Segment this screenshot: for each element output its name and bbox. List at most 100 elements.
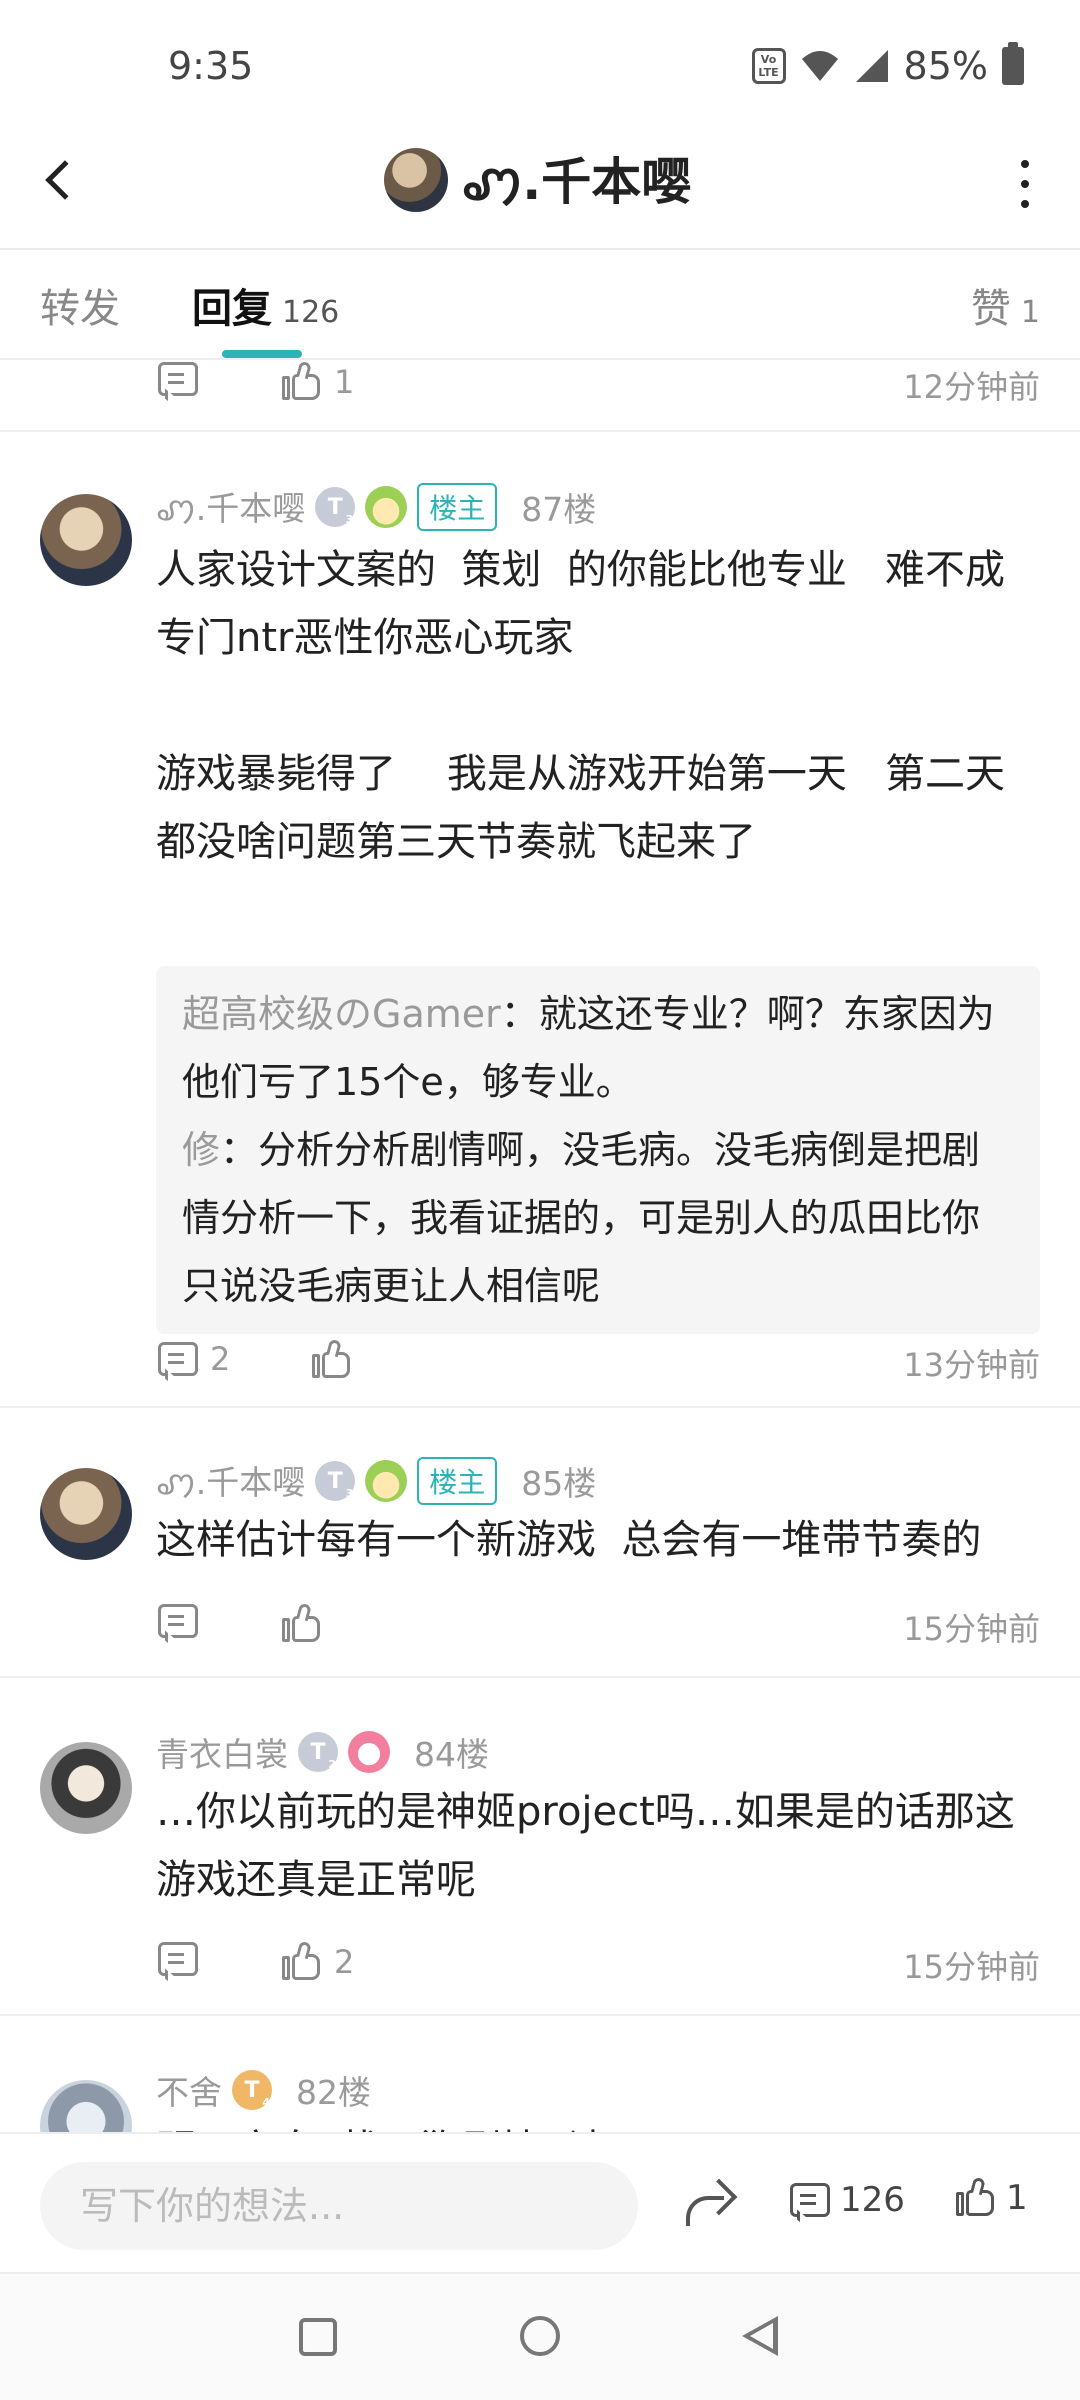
tab-reply[interactable]: 回复 126: [192, 276, 339, 334]
floor-number: 84楼: [414, 1735, 489, 1774]
comment-input[interactable]: 写下你的想法...: [40, 2162, 638, 2250]
list-item[interactable]: ꩇ.千本嘤 T3 楼主 87楼 人家设计文案的 策划 的你能比他专业 难不成专门…: [0, 432, 1080, 1384]
owner-tag: 楼主: [417, 1457, 498, 1505]
header-user[interactable]: ꩇ.千本嘤: [384, 142, 691, 217]
like-button[interactable]: 1: [282, 362, 354, 402]
post-meta: 青衣白裳 T2 84楼: [156, 1728, 489, 1776]
comment-button[interactable]: 2: [158, 1340, 230, 1378]
floor-number: 85楼: [521, 1464, 597, 1503]
comment-button[interactable]: [158, 1942, 198, 1976]
reply-list[interactable]: 1 12分钟前 ꩇ.千本嘤 T3 楼主 87楼 人家设计文案的 策划 的你能比他…: [0, 362, 1080, 2132]
tab-bar: 转发 回复 126 赞1: [0, 252, 1080, 360]
tab-forward-label: 转发: [40, 286, 120, 332]
back-triangle-icon[interactable]: [742, 2316, 778, 2356]
post-meta: 不舍 T4 82楼: [156, 2066, 371, 2114]
sub-reply[interactable]: 超高校级のGamer：就这还专业？啊？东家因为他们亏了15个e，够专业。: [182, 980, 1014, 1116]
list-item[interactable]: 不舍 T4 82楼 明日方舟 找天狗剧情 请: [0, 2016, 1080, 2132]
username[interactable]: 青衣白裳: [156, 1728, 288, 1776]
bottom-action-bar: 写下你的想法... 126 1: [0, 2132, 1080, 2272]
username[interactable]: 不舍: [156, 2066, 222, 2114]
tab-reply-label: 回复: [192, 286, 272, 332]
sub-reply-user[interactable]: 超高校级のGamer: [182, 992, 501, 1036]
owner-tag: 楼主: [417, 483, 498, 531]
floor-number: 87楼: [521, 490, 597, 529]
more-menu-button[interactable]: [1010, 154, 1040, 214]
avatar[interactable]: [40, 1742, 132, 1834]
avatar[interactable]: [40, 2080, 132, 2132]
comment-button[interactable]: [158, 1604, 198, 1638]
username[interactable]: ꩇ.千本嘤: [156, 482, 305, 532]
share-icon[interactable]: [682, 2180, 732, 2228]
avatar[interactable]: [40, 494, 132, 586]
thumbs-up-icon: [282, 1602, 322, 1644]
more-dot-icon: [1021, 160, 1029, 168]
more-dot-icon: [1021, 200, 1029, 208]
floor-number: 82楼: [296, 2073, 371, 2112]
volte-icon: Vo LTE: [751, 48, 786, 84]
list-item[interactable]: ꩇ.千本嘤 T3 楼主 85楼 这样估计每有一个新游戏 总会有一堆带节奏的 15…: [0, 1408, 1080, 1676]
status-icons: Vo LTE 85%: [751, 42, 1024, 88]
level-badge: T2: [298, 1732, 338, 1772]
chevron-left-icon: [45, 160, 85, 200]
post-actions: 1 12分钟前: [0, 362, 1080, 428]
level-badge: T4: [232, 2070, 272, 2110]
sub-reply-user[interactable]: 修: [182, 1128, 220, 1172]
sub-reply[interactable]: 修：分析分析剧情啊，没毛病。没毛病倒是把剧情分析一下，我看证据的，可是别人的瓜田…: [182, 1116, 1014, 1320]
comment-count: 126: [840, 2180, 905, 2220]
like-count: 1: [1006, 2178, 1028, 2218]
username[interactable]: ꩇ.千本嘤: [156, 1456, 305, 1506]
level-badge: T3: [315, 487, 356, 527]
battery-icon: [1002, 42, 1024, 85]
battery-percent: 85%: [903, 44, 988, 88]
page-title: ꩇ.千本嘤: [462, 153, 692, 211]
post-time: 12分钟前: [903, 368, 1040, 406]
decoration-badge-icon: [365, 486, 408, 528]
like-button[interactable]: [312, 1338, 352, 1380]
tab-like[interactable]: 赞1: [971, 276, 1040, 334]
comment-count: 2: [210, 1340, 231, 1378]
wifi-icon: [801, 51, 838, 81]
sub-reply-sep: ：: [220, 1128, 259, 1172]
post-meta: ꩇ.千本嘤 T3 楼主 85楼: [156, 1456, 596, 1506]
post-meta: ꩇ.千本嘤 T3 楼主 87楼: [156, 482, 596, 532]
comment-icon: [158, 1604, 198, 1638]
like-button[interactable]: [282, 1602, 322, 1644]
post-time: 15分钟前: [903, 1610, 1040, 1648]
post-text: 这样估计每有一个新游戏 总会有一堆带节奏的: [156, 1517, 982, 1563]
tab-like-label: 赞: [970, 286, 1011, 332]
thumbs-up-icon: [956, 2176, 996, 2218]
sub-reply-text: 分析分析剧情啊，没毛病。没毛病倒是把剧情分析一下，我看证据的，可是别人的瓜田比你…: [182, 1128, 981, 1308]
post-time: 15分钟前: [903, 1948, 1040, 1986]
comment-button[interactable]: [158, 362, 198, 396]
post-text: 明日方舟 找天狗剧情 请: [156, 2116, 1040, 2132]
comment-icon: [158, 362, 198, 396]
status-time: 9:35: [168, 44, 254, 88]
list-item[interactable]: 青衣白裳 T2 84楼 …你以前玩的是神姬project吗…如果是的话那这游戏还…: [0, 1678, 1080, 2014]
post-text: …你以前玩的是神姬project吗…如果是的话那这游戏还真是正常呢: [156, 1789, 1015, 1903]
level-badge: T3: [315, 1461, 356, 1501]
comment-icon: [158, 1942, 198, 1976]
like-button[interactable]: 2: [282, 1940, 355, 1982]
decoration-badge-icon: [365, 1460, 408, 1502]
thumbs-up-icon: [282, 1940, 322, 1982]
sub-replies[interactable]: 超高校级のGamer：就这还专业？啊？东家因为他们亏了15个e，够专业。 修：分…: [156, 966, 1040, 1334]
avatar[interactable]: [384, 147, 448, 212]
comment-icon: [790, 2183, 830, 2217]
like-button[interactable]: 1: [956, 2176, 1028, 2218]
avatar[interactable]: [40, 1468, 132, 1560]
tab-forward[interactable]: 转发: [40, 276, 120, 334]
thumbs-up-icon: [312, 1338, 352, 1380]
post-text: 人家设计文案的 策划 的你能比他专业 难不成专门ntr恶性你恶心玩家 游戏暴毙得…: [156, 547, 1006, 865]
home-icon[interactable]: [520, 2316, 560, 2356]
like-count: 1: [334, 363, 355, 401]
like-count: 2: [334, 1943, 355, 1981]
recents-icon[interactable]: [299, 2318, 337, 2356]
post-time: 13分钟前: [903, 1346, 1040, 1384]
decoration-badge-icon: [348, 1731, 390, 1773]
tab-reply-count: 126: [282, 295, 340, 330]
back-button[interactable]: [28, 148, 92, 212]
comments-button[interactable]: 126: [790, 2180, 905, 2220]
sub-reply-sep: ：: [500, 992, 539, 1036]
signal-icon: [855, 50, 888, 82]
thumbs-up-icon: [282, 362, 322, 402]
